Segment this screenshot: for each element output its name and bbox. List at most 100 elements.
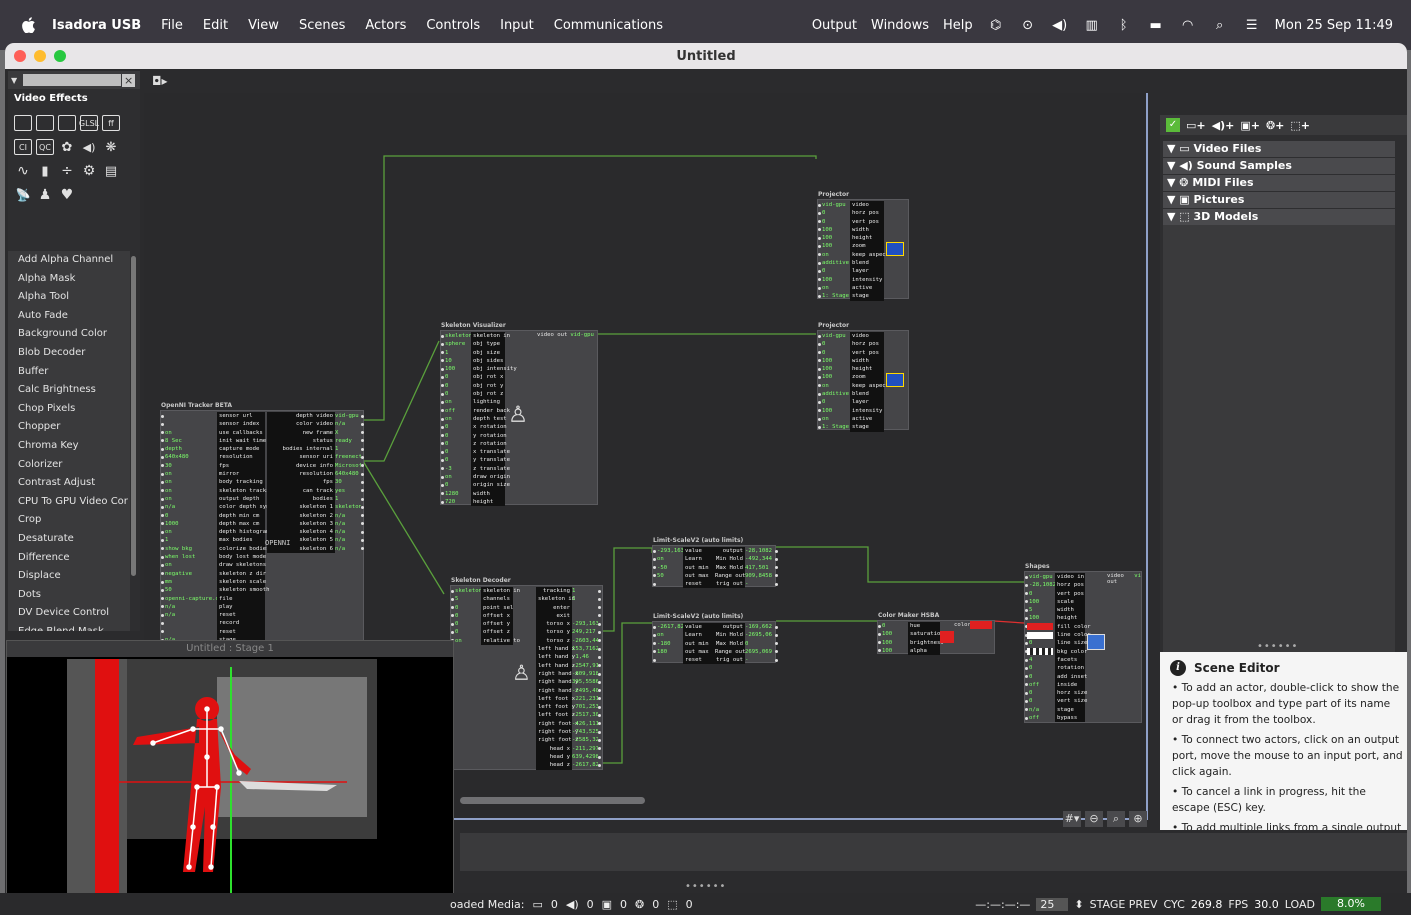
wifi-icon[interactable]: ◠	[1179, 18, 1197, 33]
port-value[interactable]: on	[165, 561, 217, 569]
port-dot[interactable]	[161, 514, 164, 518]
output-port[interactable]: left hand z -2547,91	[536, 661, 602, 670]
projector-actor-2[interactable]: Projector vid-gpu video 0 horz pos 0 vert pos…	[817, 322, 909, 432]
input-port[interactable]: 100 width	[818, 225, 884, 235]
input-port[interactable]: 1000 depth max cm	[161, 519, 265, 529]
ff-icon[interactable]: ff	[102, 115, 120, 131]
port-dot[interactable]	[441, 376, 444, 380]
input-port[interactable]: n/astage	[1025, 705, 1085, 715]
port-value[interactable]: 100	[1029, 598, 1055, 606]
port-value[interactable]	[165, 412, 217, 420]
input-port[interactable]: 1 obj size	[441, 348, 505, 357]
input-port[interactable]: on active	[818, 283, 884, 293]
output-port[interactable]: status ready	[267, 436, 365, 446]
output-port[interactable]: device infoMicrosoft	[267, 461, 365, 471]
port-dot[interactable]	[361, 497, 364, 501]
port-dot[interactable]	[441, 500, 444, 504]
port-dot[interactable]	[1025, 708, 1028, 712]
input-port[interactable]: 1: Stage stage	[818, 423, 884, 432]
input-port[interactable]: 100 height	[1025, 614, 1085, 623]
port-dot[interactable]	[653, 549, 656, 553]
projector-actor-1[interactable]: Projector vid-gpu video 0 horz pos 0 vert pos…	[817, 191, 909, 301]
port-dot[interactable]	[598, 647, 601, 651]
port-dot[interactable]	[598, 672, 601, 676]
port-dot[interactable]	[441, 384, 444, 388]
input-port[interactable]: 8 Sec init wait time	[161, 436, 266, 446]
input-port[interactable]: on keep aspect	[818, 250, 889, 260]
input-port[interactable]: additive blend	[818, 259, 884, 268]
input-port[interactable]: 0 vert pos	[818, 217, 884, 226]
heart-icon[interactable]: ♥	[58, 187, 76, 203]
input-port[interactable]: 0 offset x	[451, 611, 513, 621]
input-port[interactable]: on active	[818, 414, 884, 424]
port-dot[interactable]	[441, 467, 444, 471]
output-port[interactable]: torso x -293,163	[536, 620, 602, 629]
port-value[interactable]: on	[822, 284, 850, 292]
effect-list-item[interactable]: Edge Blend Mask	[8, 623, 130, 631]
port-dot[interactable]	[598, 714, 601, 718]
port-dot[interactable]	[653, 642, 656, 646]
port-dot[interactable]	[818, 269, 821, 273]
port-dot[interactable]	[161, 431, 164, 435]
port-value[interactable]: -3	[445, 465, 471, 473]
effect-list-item[interactable]: Crop	[8, 511, 130, 530]
port-value[interactable]: 0	[822, 398, 850, 406]
port-dot[interactable]	[1025, 700, 1028, 704]
control-center-icon[interactable]: ☰	[1243, 18, 1261, 33]
port-value[interactable]: 0	[455, 628, 481, 636]
bottom-divider-handle[interactable]: ••••••	[685, 881, 726, 892]
input-port[interactable]: sensor url	[161, 412, 265, 421]
gear-icon[interactable]: ⚙	[80, 163, 98, 179]
minimize-window-button[interactable]	[34, 50, 46, 62]
port-dot[interactable]	[441, 475, 444, 479]
port-dot[interactable]	[818, 409, 821, 413]
input-port[interactable]: -2617,82 value	[653, 623, 713, 632]
port-value[interactable]: 100	[882, 647, 908, 655]
search-icon[interactable]: ⌕	[1211, 18, 1229, 33]
volume-icon[interactable]: ◀)	[1051, 18, 1069, 33]
add-sound-button[interactable]: ◀)+	[1212, 119, 1235, 132]
input-port[interactable]: vid-gpu video	[818, 332, 884, 341]
port-dot[interactable]	[818, 294, 821, 298]
port-dot[interactable]	[161, 613, 164, 617]
port-dot[interactable]	[161, 472, 164, 476]
effect-list-item[interactable]: Chroma Key	[8, 437, 130, 456]
port-dot[interactable]	[441, 342, 444, 346]
port-value[interactable]: on	[165, 470, 217, 478]
input-port[interactable]: additive blend	[818, 390, 884, 399]
port-dot[interactable]	[818, 376, 821, 380]
port-value[interactable]: on	[165, 528, 217, 536]
effect-list-item[interactable]: Auto Fade	[8, 307, 130, 326]
zoom-window-button[interactable]	[54, 50, 66, 62]
port-value[interactable]: 0	[445, 390, 471, 398]
port-value[interactable]: on	[165, 495, 217, 503]
port-dot[interactable]	[161, 489, 164, 493]
port-value[interactable]: on	[165, 487, 217, 495]
input-port[interactable]: on mirror	[161, 470, 265, 479]
input-port[interactable]: 100 zoom	[818, 242, 884, 251]
output-port[interactable]: sensor uri freenect	[267, 453, 365, 462]
glsl-icon[interactable]: GLSL	[79, 115, 99, 131]
input-port[interactable]: 1280 width	[441, 489, 505, 498]
input-port[interactable]: 0 obj rot y	[441, 381, 505, 391]
add-video-button[interactable]: ▭+	[1186, 119, 1206, 132]
output-port[interactable]: left foot y -701,253	[536, 703, 602, 712]
port-value[interactable]: 0	[445, 481, 471, 489]
port-dot[interactable]	[598, 747, 601, 751]
port-dot[interactable]	[441, 459, 444, 463]
port-value[interactable]: 1280	[445, 490, 471, 498]
output-port[interactable]: head x -211,297	[536, 744, 602, 753]
add-3d-button[interactable]: ⬚+	[1290, 119, 1310, 132]
camera-icon[interactable]: ◘▸	[152, 74, 168, 88]
close-window-button[interactable]	[14, 50, 26, 62]
output-port[interactable]: Min Hold -2695,06	[713, 631, 779, 640]
output-port[interactable]: new frame X	[267, 428, 365, 437]
effect-list-item[interactable]: Alpha Tool	[8, 288, 130, 307]
port-value[interactable]: 100	[882, 639, 908, 647]
input-port[interactable]: 0z rotation	[441, 439, 507, 449]
port-value[interactable]: 1: Stage	[822, 292, 850, 300]
port-dot[interactable]	[818, 351, 821, 355]
port-dot[interactable]	[653, 658, 656, 662]
port-value[interactable]: 100	[822, 242, 850, 250]
battery-icon[interactable]: ▬	[1147, 18, 1165, 33]
